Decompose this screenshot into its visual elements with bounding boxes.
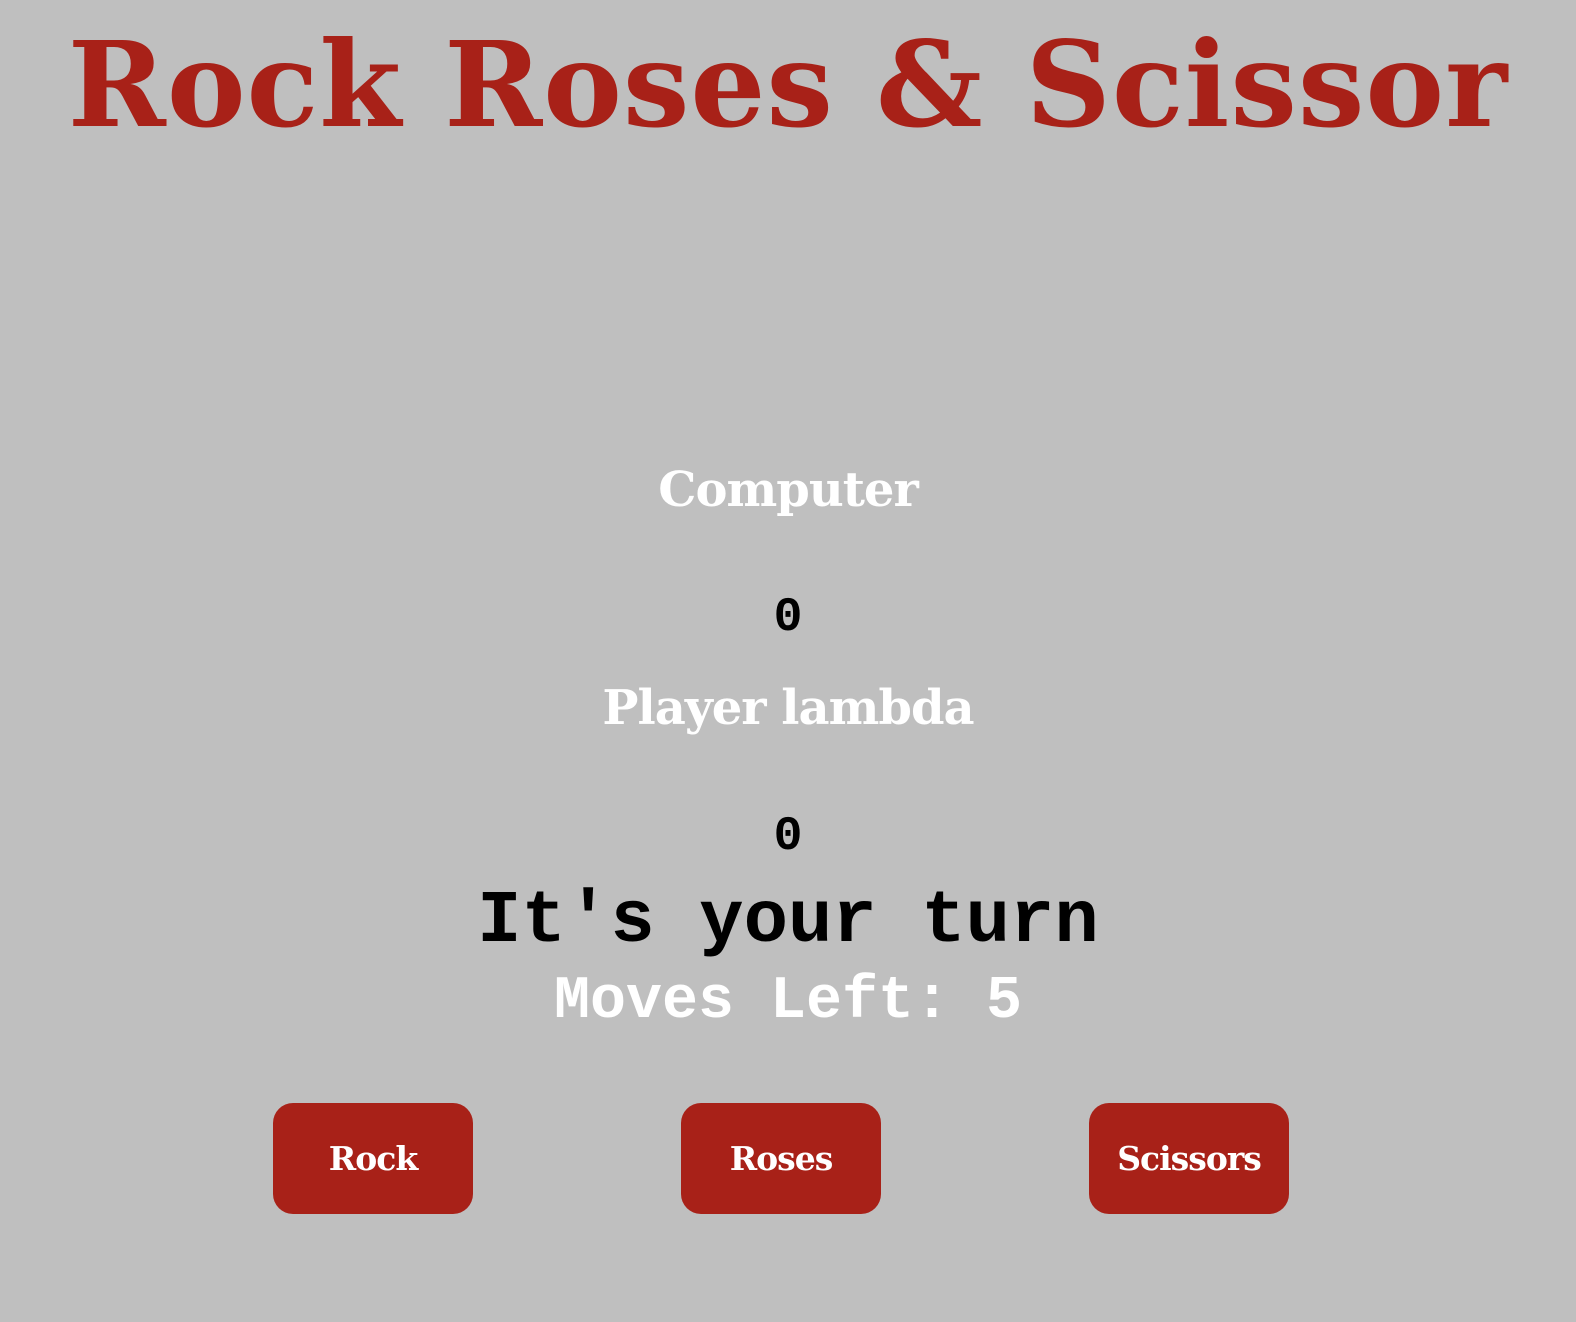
scissors-button[interactable]: Scissors [1089,1103,1289,1214]
computer-score: 0 [773,591,803,645]
computer-label: Computer [658,462,918,518]
game-title: Rock Roses & Scissor [67,15,1509,154]
turn-message: It's your turn [477,880,1099,964]
player-score: 0 [773,810,803,864]
roses-button[interactable]: Roses [681,1103,881,1214]
player-label: Player lambda [602,680,974,736]
rock-button[interactable]: Rock [273,1103,473,1214]
moves-left: Moves Left: 5 [553,968,1023,1036]
